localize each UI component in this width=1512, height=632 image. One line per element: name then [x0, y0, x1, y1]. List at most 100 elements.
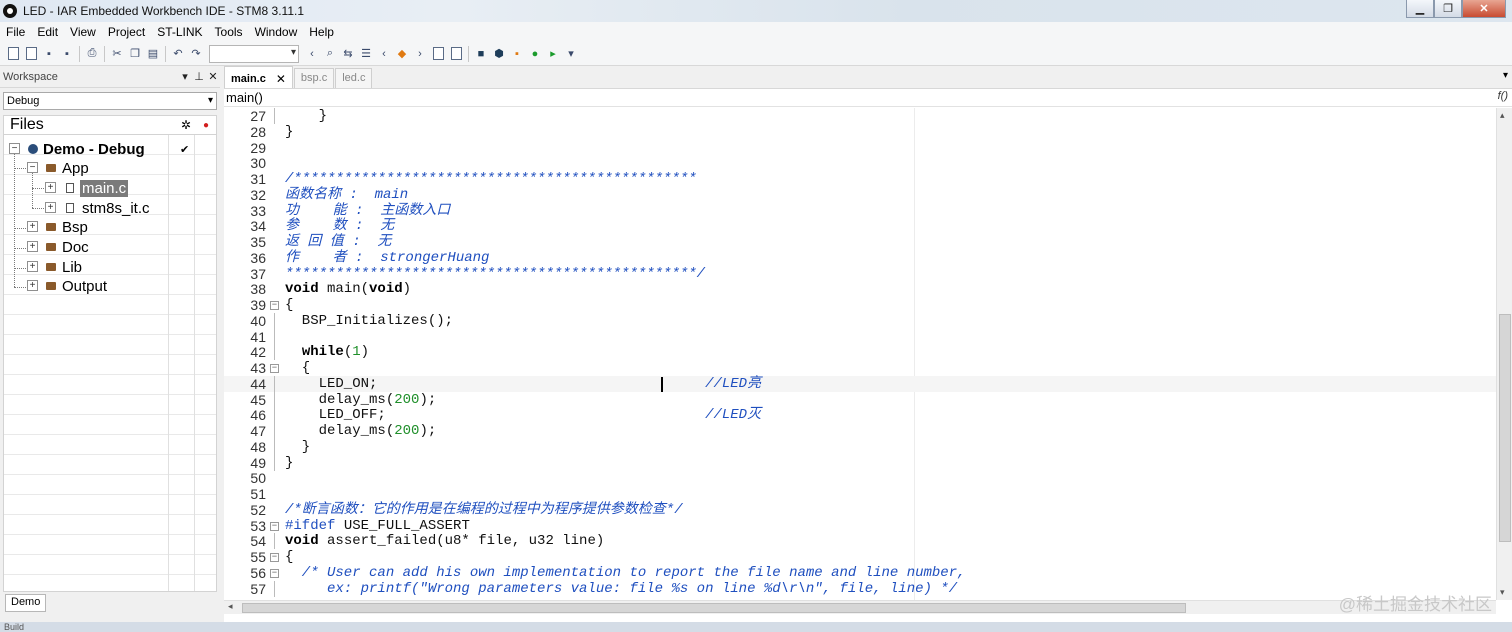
- close-window-button[interactable]: ✕: [1462, 0, 1506, 18]
- chevron-down-icon[interactable]: ▾: [178, 70, 192, 83]
- code-line[interactable]: 33 功 能 : 主函数入口: [224, 203, 1496, 219]
- replace-icon[interactable]: ⇆: [340, 46, 356, 62]
- restore-button[interactable]: ❐: [1434, 0, 1462, 18]
- tree-item-output[interactable]: + Output: [4, 276, 216, 296]
- breakpoint-icon[interactable]: ▪: [509, 46, 525, 62]
- code-line[interactable]: 27 }: [224, 108, 1496, 124]
- configuration-select[interactable]: Debug ▾: [3, 92, 217, 110]
- horizontal-scroll-thumb[interactable]: [242, 603, 1186, 613]
- code-line[interactable]: 52 /*断言函数：它的作用是在编程的过程中为程序提供参数检查*/: [224, 502, 1496, 518]
- menu-tools[interactable]: Tools: [209, 25, 249, 39]
- menu-file[interactable]: File: [0, 25, 31, 39]
- code-line[interactable]: 51: [224, 486, 1496, 502]
- code-line[interactable]: 31 /*************************************…: [224, 171, 1496, 187]
- goto-line-icon[interactable]: ☰: [358, 46, 374, 62]
- function-list-icon[interactable]: f(): [1498, 90, 1508, 102]
- download-and-debug-icon[interactable]: ●: [527, 46, 543, 62]
- find-combo[interactable]: [209, 44, 299, 63]
- code-line[interactable]: 44 LED_ON; //LED亮: [224, 375, 1496, 392]
- fold-toggle-icon[interactable]: −: [270, 568, 279, 578]
- code-line[interactable]: 46 LED_OFF; //LED灭: [224, 407, 1496, 424]
- pin-icon[interactable]: ⊥: [192, 70, 206, 83]
- code-line[interactable]: 56− /* User can add his own implementati…: [224, 565, 1496, 581]
- code-line[interactable]: 45 delay_ms(200);: [224, 391, 1496, 408]
- tab-led-c[interactable]: led.c: [335, 68, 373, 88]
- undo-icon[interactable]: ↶: [170, 46, 186, 62]
- close-tab-icon[interactable]: ✕: [276, 72, 286, 86]
- code-line[interactable]: 40 BSP_Initializes();: [224, 312, 1496, 329]
- code-line[interactable]: 32 函数名称 : main: [224, 187, 1496, 203]
- tree-item-bsp[interactable]: + Bsp: [4, 217, 216, 237]
- collapse-icon[interactable]: −: [9, 143, 20, 154]
- save-icon[interactable]: ▪: [41, 46, 57, 62]
- navigate-back-icon[interactable]: ‹: [376, 46, 392, 62]
- tree-item-doc[interactable]: + Doc: [4, 237, 216, 257]
- menu-project[interactable]: Project: [102, 25, 151, 39]
- tree-item-lib[interactable]: + Lib: [4, 257, 216, 277]
- go-icon[interactable]: ▸: [545, 46, 561, 62]
- find-previous-icon[interactable]: ‹: [304, 46, 320, 62]
- menu-window[interactable]: Window: [249, 25, 304, 39]
- code-editor[interactable]: 27 } 28} 29 30 31/**************************…: [224, 108, 1496, 600]
- code-line[interactable]: 47 delay_ms(200);: [224, 423, 1496, 439]
- vertical-scrollbar[interactable]: ▴ ▾: [1496, 108, 1512, 600]
- breakpoint-dot-icon[interactable]: ●: [196, 120, 216, 131]
- code-line[interactable]: 57 ex: printf("Wrong parameters value: f…: [224, 580, 1496, 597]
- code-line[interactable]: 39−{: [224, 297, 1496, 313]
- tree-item-project[interactable]: − Demo - Debug ✔: [4, 139, 216, 159]
- redo-icon[interactable]: ↷: [188, 46, 204, 62]
- find-icon[interactable]: ⌕: [322, 46, 338, 62]
- horizontal-scrollbar[interactable]: ◂: [224, 600, 1496, 614]
- minimize-button[interactable]: ▁: [1406, 0, 1434, 18]
- fold-toggle-icon[interactable]: −: [270, 521, 279, 531]
- scroll-up-icon[interactable]: ▴: [1500, 110, 1505, 121]
- tab-main-c[interactable]: main.c ✕: [224, 66, 293, 88]
- fold-toggle-icon[interactable]: −: [270, 364, 279, 373]
- code-line[interactable]: 34 参 数 : 无: [224, 218, 1496, 234]
- debug-without-download-icon[interactable]: ⬢: [491, 46, 507, 62]
- menu-help[interactable]: Help: [303, 25, 340, 39]
- code-line[interactable]: 50: [224, 470, 1496, 486]
- new-file-icon[interactable]: [5, 46, 21, 62]
- vertical-scroll-thumb[interactable]: [1499, 314, 1511, 542]
- code-line[interactable]: 55−{: [224, 549, 1496, 565]
- code-line[interactable]: 41: [224, 328, 1496, 345]
- code-line[interactable]: 42 while(1): [224, 344, 1496, 361]
- code-line[interactable]: 37 **************************************…: [224, 266, 1496, 282]
- code-line[interactable]: 43− {: [224, 360, 1496, 376]
- menu-view[interactable]: View: [64, 25, 102, 39]
- code-line[interactable]: 29: [224, 140, 1496, 156]
- copy-icon[interactable]: ❐: [127, 46, 143, 62]
- bookmark-icon[interactable]: ◆: [394, 46, 410, 62]
- tree-item-stm8s-it-c[interactable]: + stm8s_it.c: [4, 198, 216, 218]
- code-line[interactable]: 30: [224, 155, 1496, 171]
- open-file-icon[interactable]: [23, 46, 39, 62]
- cut-icon[interactable]: ✂: [109, 46, 125, 62]
- tree-item-main-c[interactable]: + main.c: [4, 178, 216, 198]
- workspace-tab-demo[interactable]: Demo: [5, 594, 47, 612]
- code-line[interactable]: 35 返 回 值 : 无: [224, 234, 1496, 250]
- menu-edit[interactable]: Edit: [31, 25, 64, 39]
- code-line[interactable]: 48 }: [224, 438, 1496, 455]
- print-icon[interactable]: ⎙: [84, 46, 100, 62]
- scroll-left-icon[interactable]: ◂: [228, 601, 233, 612]
- expand-icon[interactable]: +: [27, 241, 38, 252]
- expand-icon[interactable]: +: [27, 280, 38, 291]
- menu-st-link[interactable]: ST-LINK: [151, 25, 208, 39]
- function-navigation-bar[interactable]: main() f(): [224, 89, 1512, 107]
- navigate-forward-icon[interactable]: ›: [412, 46, 428, 62]
- expand-icon[interactable]: +: [27, 261, 38, 272]
- code-line[interactable]: 53− #ifdef USE_FULL_ASSERT: [224, 518, 1496, 534]
- close-icon[interactable]: ✕: [206, 70, 220, 83]
- fold-toggle-icon[interactable]: −: [270, 553, 279, 562]
- code-line[interactable]: 36 作 者 : strongerHuang: [224, 250, 1496, 266]
- stop-build-icon[interactable]: ■: [473, 46, 489, 62]
- make-icon[interactable]: [448, 46, 464, 62]
- scroll-down-icon[interactable]: ▾: [1500, 587, 1505, 598]
- code-line[interactable]: 54 void assert_failed(u8* file, u32 line): [224, 533, 1496, 550]
- code-line[interactable]: 38 void main(void): [224, 281, 1496, 297]
- tab-list-icon[interactable]: ▾: [1503, 70, 1508, 81]
- code-line[interactable]: 28}: [224, 124, 1496, 140]
- collapse-icon[interactable]: −: [27, 162, 38, 173]
- expand-icon[interactable]: +: [27, 221, 38, 232]
